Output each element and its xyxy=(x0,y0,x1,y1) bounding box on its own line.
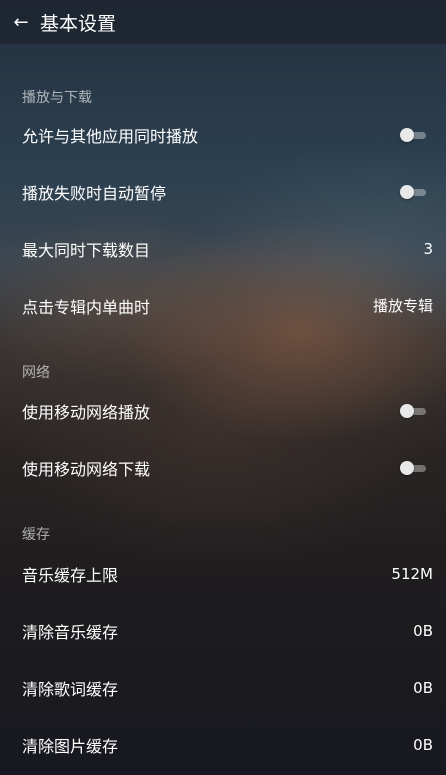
setting-value: 0B xyxy=(413,621,433,640)
setting-music-cache-limit[interactable]: 音乐缓存上限 512M xyxy=(0,545,446,602)
concurrent-playback-toggle[interactable] xyxy=(400,127,426,142)
toggle-thumb xyxy=(400,127,414,142)
setting-label: 播放失败时自动暂停 xyxy=(22,183,167,203)
settings-list: 播放与下载 允许与其他应用同时播放 播放失败时自动暂停 最大同时下载数目 3 点… xyxy=(0,44,446,775)
setting-allow-concurrent-playback[interactable]: 允许与其他应用同时播放 xyxy=(0,106,446,163)
setting-value: 0B xyxy=(413,678,433,697)
setting-label: 使用移动网络下载 xyxy=(22,459,151,479)
setting-label: 允许与其他应用同时播放 xyxy=(22,126,199,146)
section-header-network: 网络 xyxy=(22,365,50,381)
setting-mobile-network-playback[interactable]: 使用移动网络播放 xyxy=(0,382,446,439)
setting-label: 清除图片缓存 xyxy=(22,736,119,756)
setting-mobile-network-download[interactable]: 使用移动网络下载 xyxy=(0,439,446,496)
setting-auto-pause-on-fail[interactable]: 播放失败时自动暂停 xyxy=(0,163,446,220)
setting-label: 清除歌词缓存 xyxy=(22,679,119,699)
setting-value: 播放专辑 xyxy=(372,297,433,315)
mobile-playback-toggle[interactable] xyxy=(400,403,426,418)
toggle-thumb xyxy=(400,460,414,475)
mobile-download-toggle[interactable] xyxy=(400,460,426,475)
setting-clear-lyrics-cache[interactable]: 清除歌词缓存 0B xyxy=(0,659,446,716)
setting-clear-image-cache[interactable]: 清除图片缓存 0B xyxy=(0,716,446,773)
toggle-thumb xyxy=(400,184,414,199)
setting-label: 点击专辑内单曲时 xyxy=(22,297,151,317)
top-bar: ← 基本设置 xyxy=(0,0,446,44)
setting-label: 最大同时下载数目 xyxy=(22,240,151,260)
setting-label: 清除音乐缓存 xyxy=(22,622,119,642)
setting-value: 512M xyxy=(391,564,433,583)
setting-label: 使用移动网络播放 xyxy=(22,402,151,422)
setting-max-concurrent-downloads[interactable]: 最大同时下载数目 3 xyxy=(0,220,446,277)
section-header-playback-download: 播放与下载 xyxy=(22,90,92,106)
setting-label: 音乐缓存上限 xyxy=(22,565,119,585)
setting-album-track-click[interactable]: 点击专辑内单曲时 播放专辑 xyxy=(0,277,446,334)
setting-value: 3 xyxy=(423,239,433,258)
section-header-cache: 缓存 xyxy=(22,527,50,543)
toggle-thumb xyxy=(400,403,414,418)
setting-value: 0B xyxy=(413,735,433,754)
page-title: 基本设置 xyxy=(40,12,117,35)
setting-clear-music-cache[interactable]: 清除音乐缓存 0B xyxy=(0,602,446,659)
auto-pause-toggle[interactable] xyxy=(400,184,426,199)
arrow-left-icon[interactable]: ← xyxy=(0,0,42,44)
